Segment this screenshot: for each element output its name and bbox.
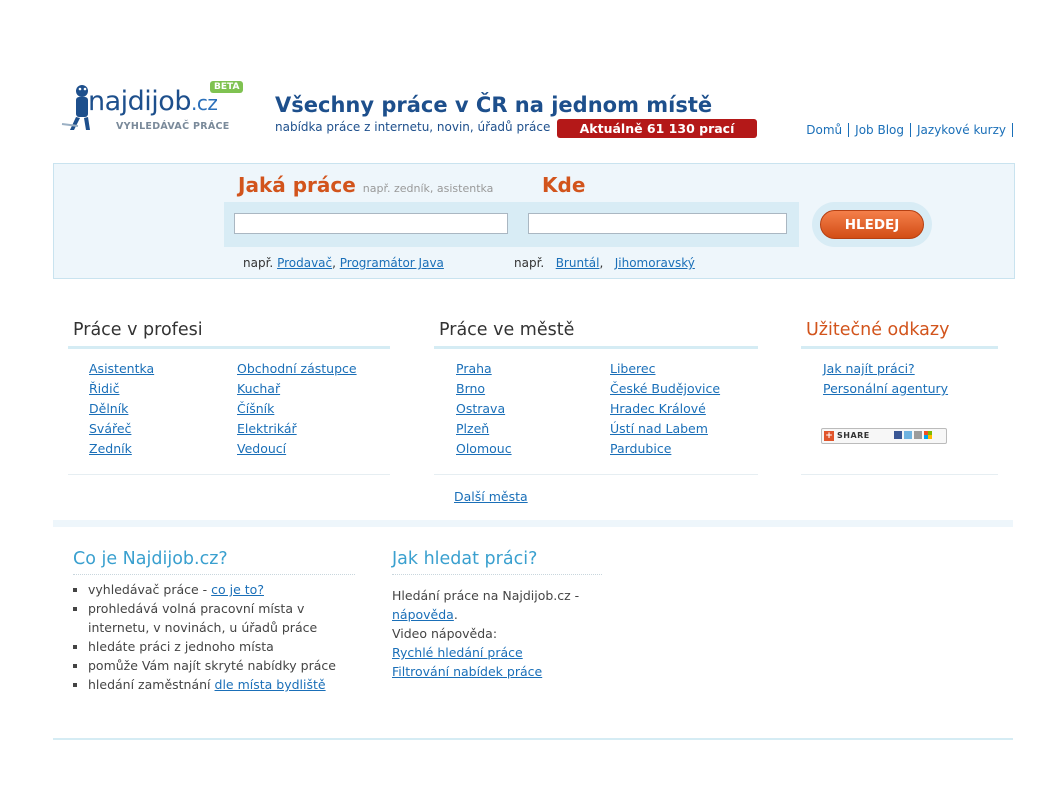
useful-link[interactable]: Personální agentury: [823, 379, 948, 399]
profese-link[interactable]: Řidič: [89, 379, 154, 399]
divider: [68, 474, 390, 475]
example-link[interactable]: Jihomoravský: [615, 256, 695, 270]
where-label: Kde: [542, 173, 586, 197]
profese-link[interactable]: Číšník: [237, 399, 357, 419]
share-button[interactable]: + SHARE: [821, 428, 947, 444]
search-panel: Jaká práce např. zedník, asistentka Kde …: [53, 163, 1015, 279]
about-list: vyhledávač práce - co je to? prohledává …: [74, 580, 354, 694]
search-button[interactable]: HLEDEJ: [820, 210, 924, 239]
page-subtagline: nabídka práce z internetu, novin, úřadů …: [275, 120, 551, 134]
profese-heading: Práce v profesi: [73, 320, 203, 340]
list-item: hledáte práci z jednoho místa: [88, 637, 354, 656]
city-link[interactable]: Plzeň: [456, 419, 512, 439]
beta-badge: BETA: [210, 81, 244, 93]
example-link[interactable]: Prodavač: [277, 256, 332, 270]
divider: [392, 574, 602, 575]
profese-list-2: Obchodní zástupce Kuchař Číšník Elektrik…: [237, 359, 357, 459]
plus-icon: +: [824, 431, 834, 441]
logo-wordmark: najdijob.cz: [88, 86, 218, 117]
search-input-bar: [224, 202, 799, 247]
list-item: prohledává volná pracovní místa v intern…: [88, 599, 354, 637]
city-link[interactable]: Praha: [456, 359, 512, 379]
mesta-list-2: Liberec České Budějovice Hradec Králové …: [610, 359, 720, 459]
section-band: [53, 520, 1013, 527]
video-link-filtering[interactable]: Filtrování nabídek práce: [392, 662, 612, 681]
city-link[interactable]: Pardubice: [610, 439, 720, 459]
search-button-wrap: HLEDEJ: [812, 202, 932, 247]
what-input[interactable]: [234, 213, 508, 234]
by-residence-link[interactable]: dle místa bydliště: [215, 677, 326, 692]
useful-links-heading: Užitečné odkazy: [806, 320, 950, 340]
howto-text: Hledání práce na Najdijob.cz - nápověda.…: [392, 586, 612, 681]
help-link[interactable]: nápověda: [392, 607, 454, 622]
city-link[interactable]: Ostrava: [456, 399, 512, 419]
list-item: hledání zaměstnání dle místa bydliště: [88, 675, 354, 694]
profese-link[interactable]: Kuchař: [237, 379, 357, 399]
what-label: Jaká práce např. zedník, asistentka: [238, 173, 494, 197]
city-link[interactable]: Ústí nad Labem: [610, 419, 720, 439]
footer-divider: [53, 738, 1013, 740]
top-nav: Domů Job Blog Jazykové kurzy: [800, 123, 1013, 137]
howto-heading: Jak hledat práci?: [392, 549, 538, 569]
logo-subtitle: VYHLEDÁVAČ PRÁCE: [116, 121, 230, 132]
profese-link[interactable]: Svářeč: [89, 419, 154, 439]
what-hint: např. zedník, asistentka: [362, 182, 494, 195]
divider: [801, 474, 998, 475]
about-heading: Co je Najdijob.cz?: [73, 549, 228, 569]
mesta-list-1: Praha Brno Ostrava Plzeň Olomouc: [456, 359, 512, 459]
profese-link[interactable]: Zedník: [89, 439, 154, 459]
useful-link[interactable]: Jak najít práci?: [823, 359, 948, 379]
video-link-quick-search[interactable]: Rychlé hledání práce: [392, 643, 612, 662]
profese-link[interactable]: Elektrikář: [237, 419, 357, 439]
profese-link[interactable]: Dělník: [89, 399, 154, 419]
example-link[interactable]: Programátor Java: [340, 256, 444, 270]
nav-language-courses[interactable]: Jazykové kurzy: [911, 123, 1013, 137]
social-icons: [894, 431, 942, 441]
city-link[interactable]: České Budějovice: [610, 379, 720, 399]
city-link[interactable]: Olomouc: [456, 439, 512, 459]
profese-link[interactable]: Obchodní zástupce: [237, 359, 357, 379]
job-count-badge: Aktuálně 61 130 prací: [557, 119, 757, 138]
divider: [801, 346, 998, 349]
profese-link[interactable]: Vedoucí: [237, 439, 357, 459]
divider: [434, 474, 758, 475]
mesta-heading: Práce ve městě: [439, 320, 575, 340]
divider: [434, 346, 758, 349]
useful-links-list: Jak najít práci? Personální agentury: [823, 359, 948, 399]
what-examples: např. Prodavač, Programátor Java: [243, 256, 444, 270]
where-input[interactable]: [528, 213, 787, 234]
nav-job-blog[interactable]: Job Blog: [849, 123, 912, 137]
profese-link[interactable]: Asistentka: [89, 359, 154, 379]
divider: [73, 574, 355, 575]
example-link[interactable]: Bruntál: [556, 256, 600, 270]
where-examples: např. Bruntál, Jihomoravský: [514, 256, 695, 270]
page-tagline: Všechny práce v ČR na jednom místě: [275, 93, 713, 117]
city-link[interactable]: Liberec: [610, 359, 720, 379]
profese-list-1: Asistentka Řidič Dělník Svářeč Zedník: [89, 359, 154, 459]
site-logo[interactable]: najdijob.cz BETA VYHLEDÁVAČ PRÁCE: [60, 78, 250, 138]
city-link[interactable]: Hradec Králové: [610, 399, 720, 419]
divider: [68, 346, 390, 349]
city-link[interactable]: Brno: [456, 379, 512, 399]
list-item: pomůže Vám najít skryté nabídky práce: [88, 656, 354, 675]
what-is-it-link[interactable]: co je to?: [211, 582, 264, 597]
more-cities-link[interactable]: Další města: [454, 487, 528, 507]
list-item: vyhledávač práce - co je to?: [88, 580, 354, 599]
nav-home[interactable]: Domů: [800, 123, 850, 137]
